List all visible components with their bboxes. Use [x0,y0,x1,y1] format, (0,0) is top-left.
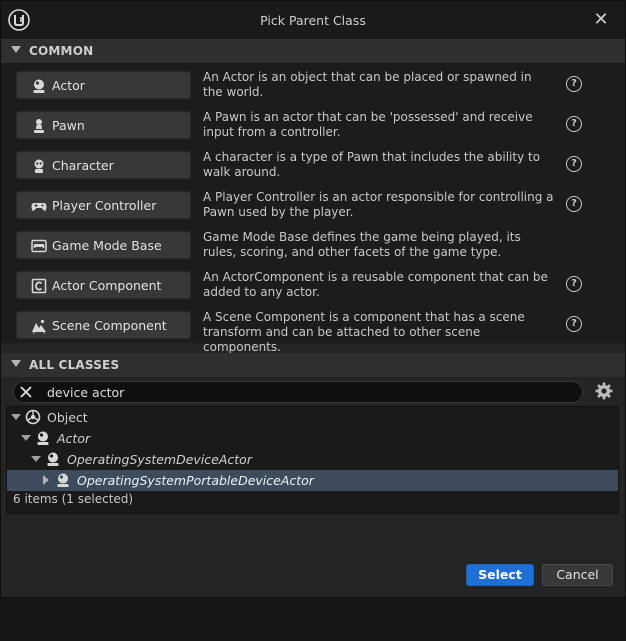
scene-component-class-description: A Scene Component is a component that ha… [203,310,525,354]
close-button[interactable]: ✕ [591,10,611,30]
common-row-game-mode-base: Game Mode Base Game Mode Base defines th… [1,227,625,267]
help-icon[interactable]: ? [566,156,582,172]
gear-icon[interactable] [594,381,614,401]
help-icon[interactable]: ? [566,116,582,132]
actor-component-class-label: Actor Component [52,278,162,293]
help-icon[interactable]: ? [566,76,582,92]
game-mode-base-class-description: Game Mode Base defines the game being pl… [203,230,521,259]
game-mode-icon [31,239,47,253]
scene-component-class-label: Scene Component [52,318,167,333]
tree-item-label: Actor [57,431,91,446]
select-button[interactable]: Select [466,564,534,586]
close-icon: ✕ [593,9,609,30]
character-icon [34,159,44,173]
pawn-icon [34,119,44,133]
class-search-input[interactable] [47,384,567,400]
tree-item-label: Object [47,410,88,425]
all-classes-section-label: ALL CLASSES [29,358,120,372]
clear-search-icon[interactable] [18,384,34,400]
cancel-button[interactable]: Cancel [542,564,613,586]
game-mode-base-class-button[interactable]: Game Mode Base [16,231,191,259]
collapsed-arrow-icon[interactable] [43,475,49,485]
actor-icon [57,473,69,487]
player-controller-class-button[interactable]: Player Controller [16,191,191,219]
actor-class-label: Actor [52,78,85,93]
scene-component-class-button[interactable]: Scene Component [16,311,191,339]
dialog-title: Pick Parent Class [260,13,366,28]
tree-row-operating-system-portable-device-actor[interactable]: OperatingSystemPortableDeviceActor [7,470,618,491]
expand-arrow-icon[interactable] [11,414,21,420]
common-classes-list: Actor An Actor is an object that can be … [1,63,625,354]
game-mode-base-class-label: Game Mode Base [52,238,162,253]
common-row-character: Character A character is a type of Pawn … [1,147,625,187]
help-icon[interactable]: ? [566,316,582,332]
pawn-class-description: A Pawn is an actor that can be 'possesse… [203,110,533,139]
character-class-button[interactable]: Character [16,151,191,179]
common-row-pawn: Pawn A Pawn is an actor that can be 'pos… [1,107,625,147]
all-classes-section-header[interactable]: ALL CLASSES [1,353,625,377]
character-class-label: Character [52,158,114,173]
common-row-player-controller: Player Controller A Player Controller is… [1,187,625,227]
scene-component-icon [32,319,46,334]
actor-component-class-button[interactable]: Actor Component [16,271,191,299]
actor-component-class-description: An ActorComponent is a reusable componen… [203,270,548,299]
expand-arrow-icon[interactable] [21,435,31,441]
object-icon [25,409,41,425]
search-box [13,381,583,403]
item-count-status: 6 items (1 selected) [13,492,134,506]
component-icon [31,278,47,294]
pawn-class-label: Pawn [52,118,85,133]
actor-class-description: An Actor is an object that can be placed… [203,70,532,99]
chevron-down-icon [11,46,21,53]
common-row-scene-component: Scene Component A Scene Component is a c… [1,307,625,354]
pawn-class-button[interactable]: Pawn [16,111,191,139]
player-controller-class-description: A Player Controller is an actor responsi… [203,190,554,219]
tree-row-object[interactable]: Object [7,407,618,428]
pick-parent-class-dialog: Pick Parent Class ✕ COMMON Actor An Acto… [0,0,626,598]
title-bar: Pick Parent Class ✕ [1,1,625,39]
player-controller-class-label: Player Controller [52,198,157,213]
common-row-actor-component: Actor Component An ActorComponent is a r… [1,267,625,307]
class-tree: Object Actor OperatingSystemDeviceActor … [6,406,619,514]
tree-item-label: OperatingSystemDeviceActor [67,452,252,467]
actor-class-button[interactable]: Actor [16,71,191,99]
actor-icon [37,431,49,445]
expand-arrow-icon[interactable] [31,456,41,462]
common-section-label: COMMON [29,44,94,58]
tree-item-label: OperatingSystemPortableDeviceActor [77,473,314,488]
help-icon[interactable]: ? [566,196,582,212]
common-section-header[interactable]: COMMON [1,39,625,63]
class-search-row [1,377,625,407]
actor-icon [33,79,45,93]
character-class-description: A character is a type of Pawn that inclu… [203,150,541,179]
actor-icon [47,452,59,466]
tree-row-operating-system-device-actor[interactable]: OperatingSystemDeviceActor [7,449,618,470]
help-icon[interactable]: ? [566,276,582,292]
common-row-actor: Actor An Actor is an object that can be … [1,67,625,107]
chevron-down-icon [11,360,21,367]
tree-row-actor[interactable]: Actor [7,428,618,449]
gamepad-icon [31,203,47,211]
